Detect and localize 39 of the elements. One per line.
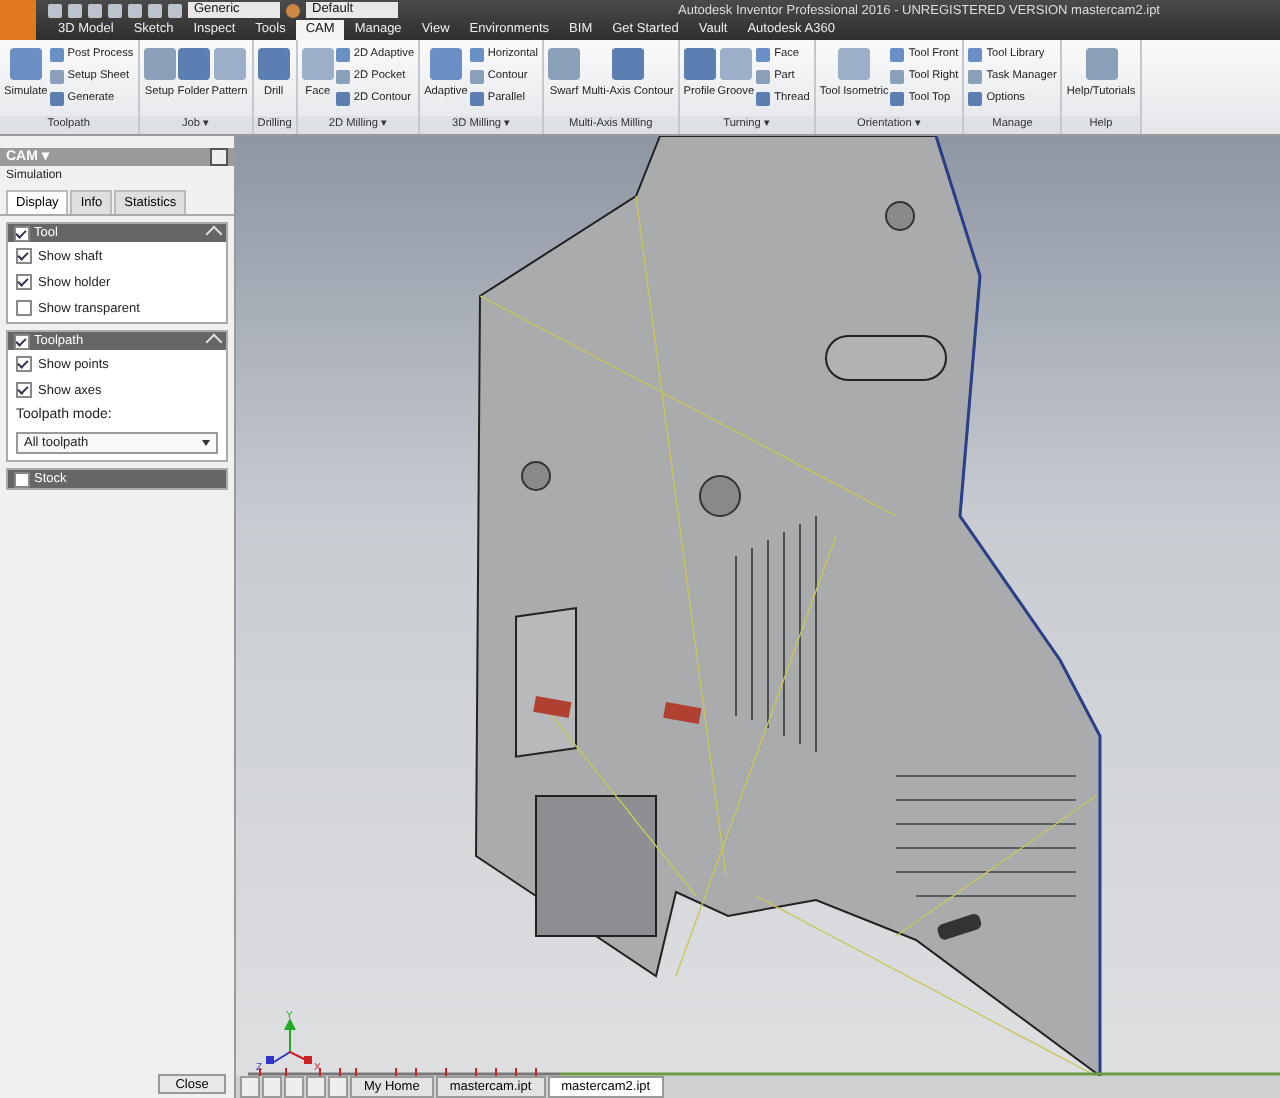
square-icon [429, 48, 462, 80]
square-icon [469, 91, 484, 105]
square-icon [1085, 48, 1117, 80]
square-icon [469, 47, 484, 61]
checkbox[interactable] [16, 274, 32, 290]
square-icon [838, 48, 871, 80]
square-icon [257, 48, 290, 80]
timeline-bar[interactable] [248, 1067, 1280, 1081]
square-icon [968, 91, 983, 105]
checkbox[interactable] [14, 333, 30, 349]
checkbox[interactable] [16, 300, 32, 316]
square-icon [213, 48, 246, 80]
square-icon [469, 69, 484, 83]
square-icon [719, 48, 752, 80]
square-icon [968, 47, 983, 61]
checkbox[interactable] [16, 382, 32, 398]
square-icon [611, 48, 644, 80]
checkbox[interactable] [16, 356, 32, 372]
checkbox[interactable] [14, 225, 30, 241]
square-icon [756, 91, 771, 105]
square-icon [890, 91, 905, 105]
square-icon [756, 47, 771, 61]
square-icon [548, 48, 581, 80]
sphere-icon[interactable] [286, 3, 300, 17]
axis-triad-icon [266, 1018, 312, 1064]
checkbox[interactable] [14, 471, 30, 487]
checkbox[interactable] [16, 248, 32, 264]
square-icon [49, 47, 64, 61]
square-icon [890, 69, 905, 83]
square-icon [143, 48, 176, 80]
square-icon [177, 48, 210, 80]
square-icon [683, 48, 716, 80]
square-icon [9, 48, 42, 80]
square-icon [890, 47, 905, 61]
square-icon [335, 91, 350, 105]
square-icon [968, 69, 983, 83]
square-icon [49, 69, 64, 83]
square-icon [756, 69, 771, 83]
square-icon [49, 91, 64, 105]
